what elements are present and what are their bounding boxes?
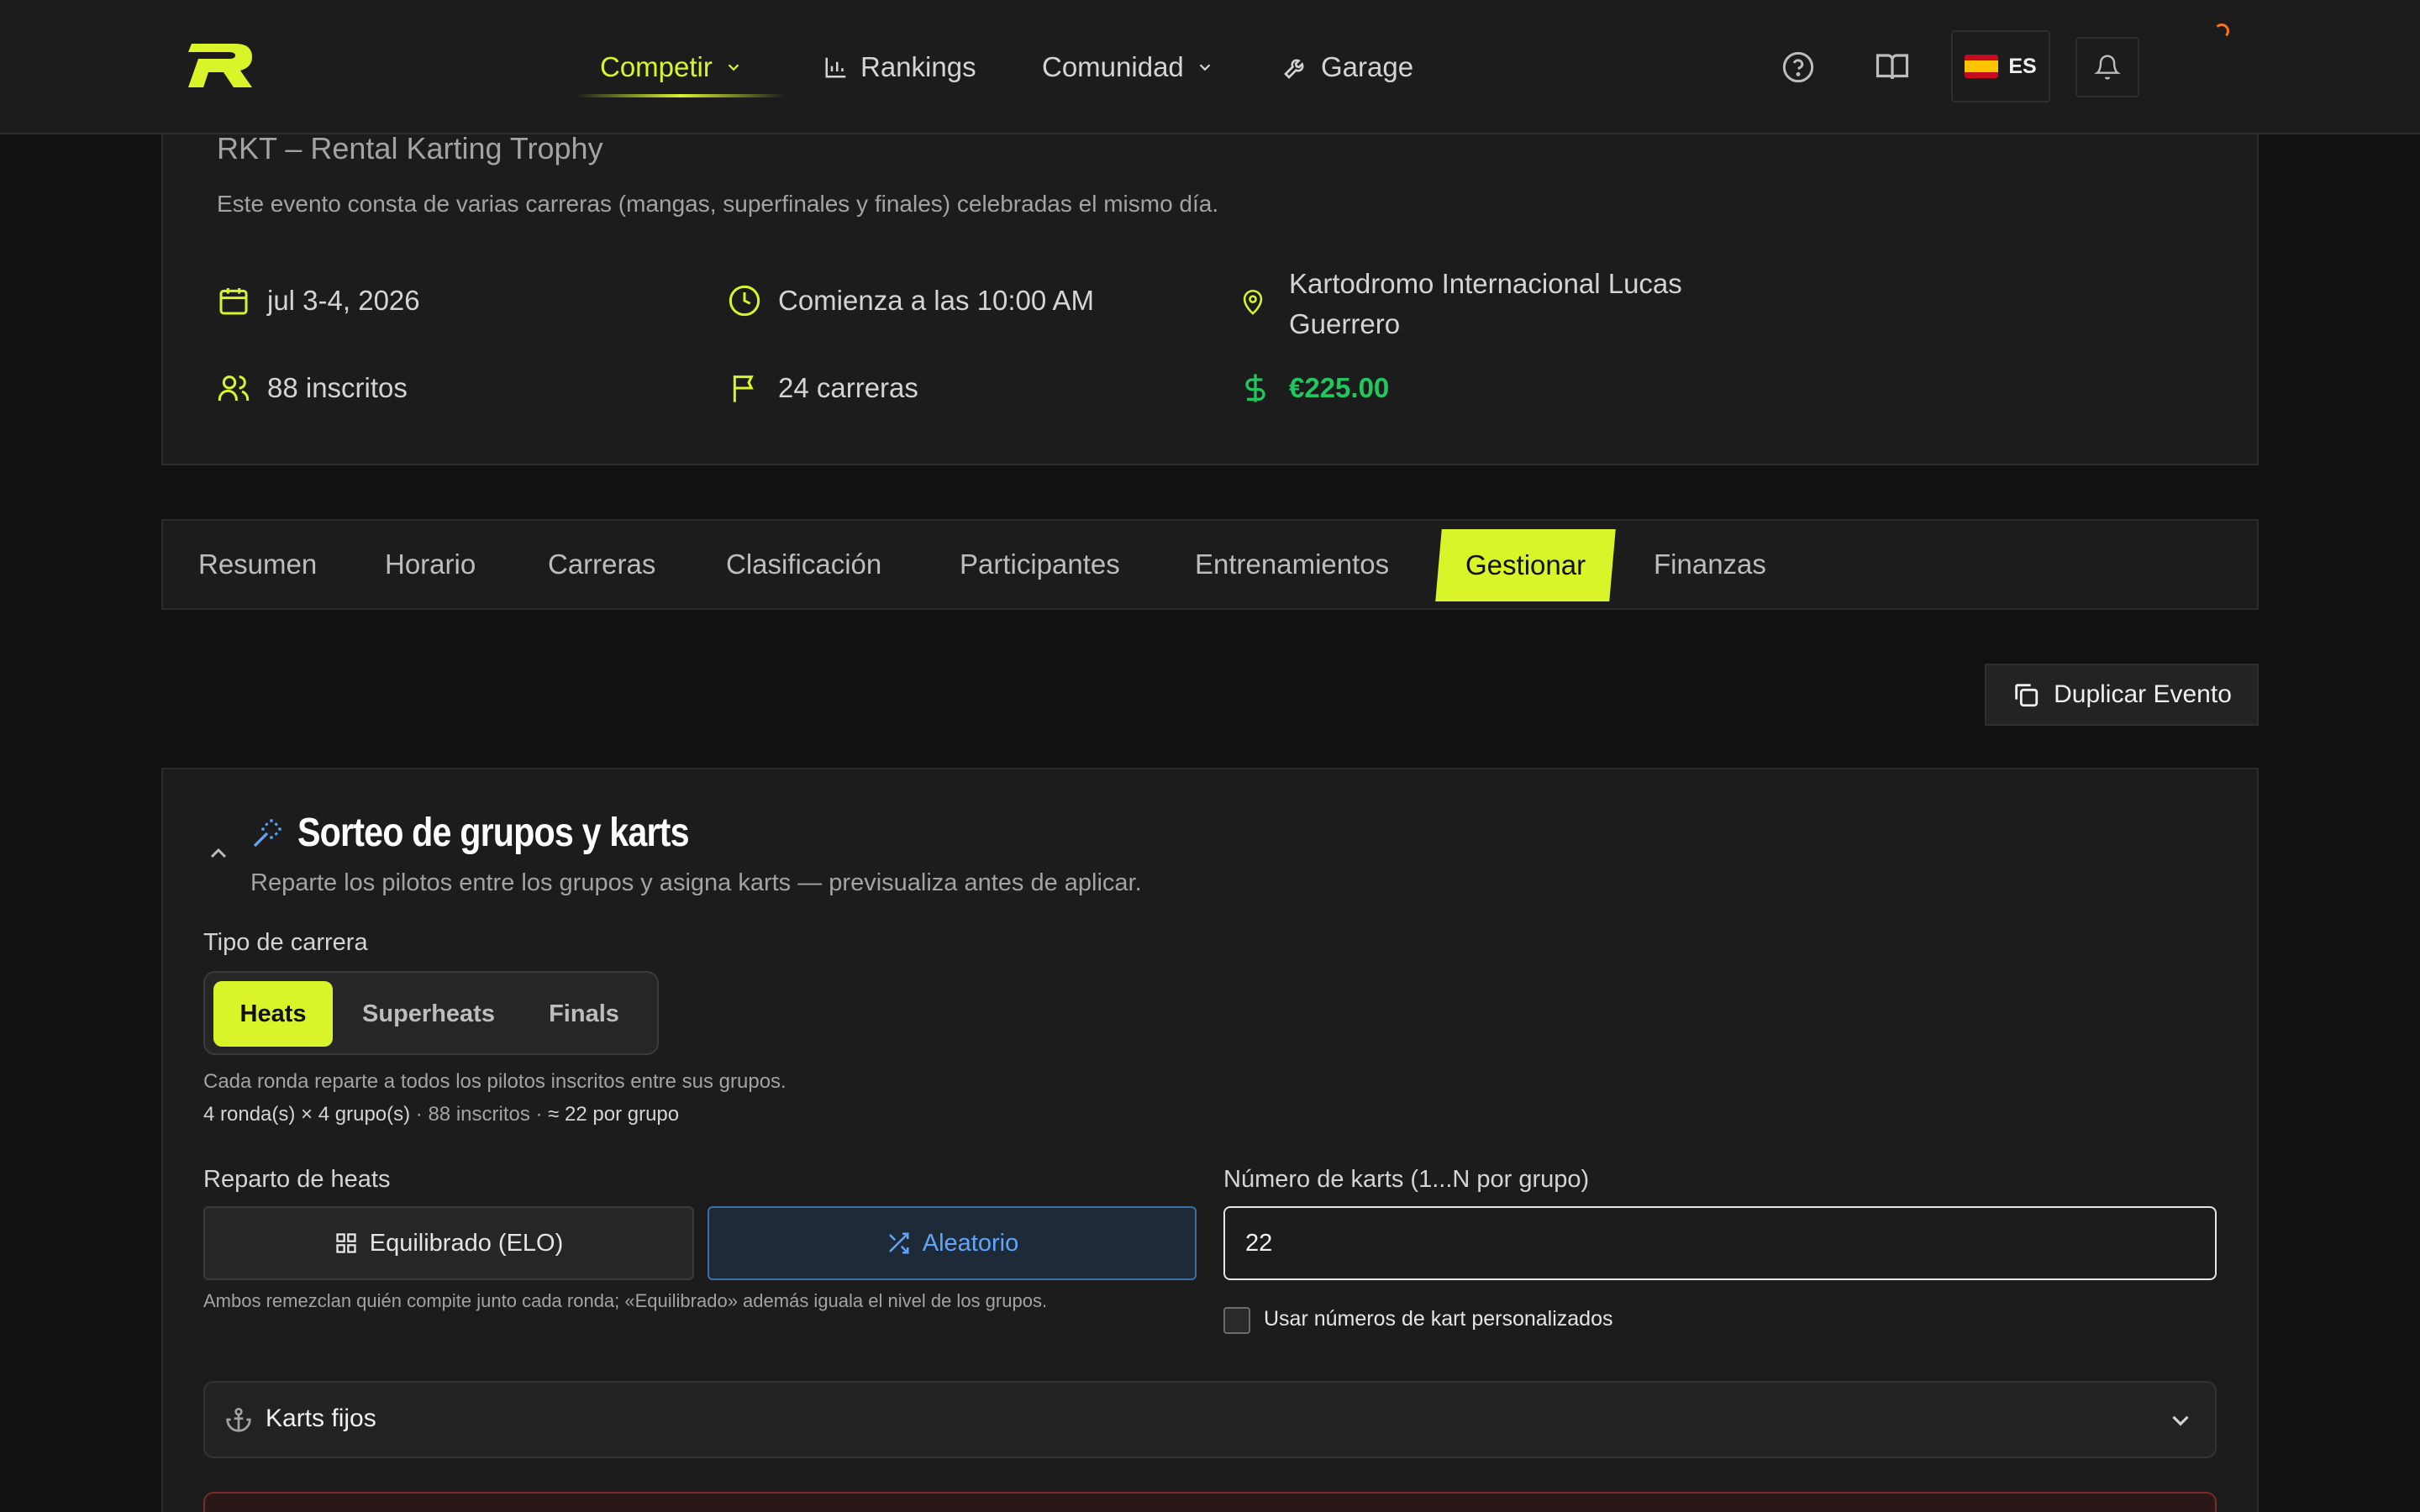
- event-registered: 88 inscritos: [217, 371, 408, 405]
- tab-clasificacion[interactable]: Clasificación: [726, 521, 881, 608]
- race-type-selector: Heats Superheats Finals: [203, 971, 659, 1055]
- wrench-icon: [1282, 54, 1309, 81]
- event-tabs: Resumen Horario Carreras Clasificación P…: [161, 519, 2259, 610]
- duplicate-event-button[interactable]: Duplicar Evento: [1985, 664, 2259, 726]
- book-open-icon: [1875, 50, 1910, 85]
- tab-finanzas[interactable]: Finanzas: [1654, 521, 1766, 608]
- copy-icon: [2012, 680, 2040, 709]
- nav-competir-label: Competir: [600, 51, 713, 82]
- nav-competir[interactable]: Competir: [600, 45, 743, 89]
- event-venue: Kartodromo Internacional Lucas Guerrero: [1239, 264, 1682, 344]
- tab-horario[interactable]: Horario: [385, 521, 476, 608]
- chevron-down-icon: [1196, 58, 1214, 76]
- tab-participantes[interactable]: Participantes: [960, 521, 1120, 608]
- event-venue-line1: Kartodromo Internacional Lucas: [1289, 268, 1682, 299]
- race-type-finals[interactable]: Finals: [521, 981, 647, 1047]
- event-races: 24 carreras: [728, 371, 918, 405]
- active-nav-indicator: [576, 94, 785, 97]
- help-button[interactable]: [1768, 37, 1828, 97]
- nav-comunidad-label: Comunidad: [1042, 51, 1184, 82]
- fixed-karts-label: Karts fijos: [266, 1404, 376, 1432]
- event-date: jul 3-4, 2026: [217, 284, 420, 318]
- dollar-sign-icon: [1239, 371, 1272, 405]
- spain-flag-icon: [1965, 55, 1999, 78]
- nav-rankings-label: Rankings: [860, 51, 976, 82]
- notifications-button[interactable]: [2075, 37, 2139, 97]
- draw-panel-title: Sorteo de grupos y karts: [297, 811, 690, 855]
- chevron-down-icon: [2166, 1406, 2195, 1435]
- split-balanced-label: Equilibrado (ELO): [369, 1229, 564, 1257]
- karts-number-input[interactable]: 22: [1223, 1206, 2217, 1280]
- event-price-text: €225.00: [1289, 372, 1390, 403]
- fixed-karts-accordion[interactable]: [203, 1381, 2217, 1458]
- notification-indicator: [2214, 24, 2229, 39]
- nav-rankings[interactable]: Rankings: [823, 45, 976, 89]
- flag-icon: [728, 371, 761, 405]
- event-races-text: 24 carreras: [778, 372, 918, 403]
- custom-kart-numbers-checkbox[interactable]: [1223, 1307, 1250, 1334]
- nav-comunidad[interactable]: Comunidad: [1042, 45, 1214, 89]
- tab-gestionar[interactable]: Gestionar: [1435, 529, 1616, 601]
- clock-icon: [728, 284, 761, 318]
- race-type-superheats[interactable]: Superheats: [345, 981, 513, 1047]
- event-start-time: Comienza a las 10:00 AM: [728, 284, 1094, 318]
- map-pin-icon: [1239, 287, 1272, 321]
- nav-garage-label: Garage: [1321, 51, 1414, 82]
- summary-separator: ·: [410, 1103, 429, 1126]
- event-title: RKT – Rental Karting Trophy: [217, 131, 603, 165]
- top-navbar: Competir Rankings Comunidad Garage ES: [0, 0, 2420, 134]
- chevron-up-icon: [205, 840, 232, 867]
- summary-registered: 88 inscritos: [428, 1103, 530, 1126]
- split-balanced-button[interactable]: Equilibrado (ELO): [203, 1206, 694, 1280]
- event-description: Este evento consta de varias carreras (m…: [217, 191, 1219, 217]
- duplicate-event-label: Duplicar Evento: [2054, 680, 2232, 708]
- tab-resumen[interactable]: Resumen: [198, 521, 317, 608]
- event-start-time-text: Comienza a las 10:00 AM: [778, 285, 1095, 316]
- custom-kart-numbers-label[interactable]: Usar números de kart personalizados: [1264, 1307, 1612, 1331]
- event-venue-line2: Guerrero: [1289, 308, 1401, 339]
- tab-entrenamientos[interactable]: Entrenamientos: [1195, 521, 1389, 608]
- split-note: Ambos remezclan quién compite junto cada…: [203, 1290, 1048, 1311]
- anchor-icon: [225, 1406, 252, 1433]
- bar-chart-icon: [823, 55, 849, 80]
- grid-icon: [334, 1231, 358, 1255]
- summary-per-group: ≈ 22 por grupo: [548, 1103, 680, 1126]
- draw-summary: 4 ronda(s) × 4 grupo(s) · 88 inscritos ·…: [203, 1103, 679, 1126]
- alert-box: [203, 1492, 2217, 1512]
- race-type-label: Tipo de carrera: [203, 929, 368, 956]
- karts-number-value: 22: [1245, 1229, 1273, 1257]
- calendar-icon: [217, 284, 250, 318]
- language-code: ES: [2008, 54, 2037, 78]
- event-price: €225.00: [1239, 371, 1389, 405]
- docs-button[interactable]: [1862, 37, 1923, 97]
- round-note: Cada ronda reparte a todos los pilotos i…: [203, 1070, 786, 1093]
- bell-icon: [2094, 54, 2121, 81]
- tab-carreras[interactable]: Carreras: [548, 521, 655, 608]
- shuffle-icon: [886, 1231, 911, 1256]
- draw-panel-subtitle: Reparte los pilotos entre los grupos y a…: [250, 869, 1142, 896]
- help-icon: [1781, 50, 1815, 84]
- event-registered-text: 88 inscritos: [267, 372, 408, 403]
- chevron-down-icon: [724, 58, 743, 76]
- event-date-text: jul 3-4, 2026: [267, 285, 420, 316]
- race-type-heats[interactable]: Heats: [213, 981, 333, 1047]
- split-random-label: Aleatorio: [922, 1229, 1019, 1257]
- magic-wand-icon: [250, 816, 284, 850]
- tab-gestionar-label: Gestionar: [1465, 549, 1586, 580]
- nav-garage[interactable]: Garage: [1282, 45, 1413, 89]
- summary-rounds: 4 ronda(s) × 4 grupo(s): [203, 1103, 411, 1126]
- split-random-button[interactable]: Aleatorio: [708, 1206, 1197, 1280]
- app-logo[interactable]: [187, 42, 255, 89]
- karts-number-label: Número de karts (1...N por grupo): [1223, 1166, 1590, 1193]
- heat-split-label: Reparto de heats: [203, 1166, 391, 1193]
- summary-separator: ·: [529, 1103, 549, 1126]
- collapse-panel-button[interactable]: [205, 840, 232, 867]
- language-selector[interactable]: ES: [1951, 30, 2050, 102]
- users-icon: [217, 371, 250, 405]
